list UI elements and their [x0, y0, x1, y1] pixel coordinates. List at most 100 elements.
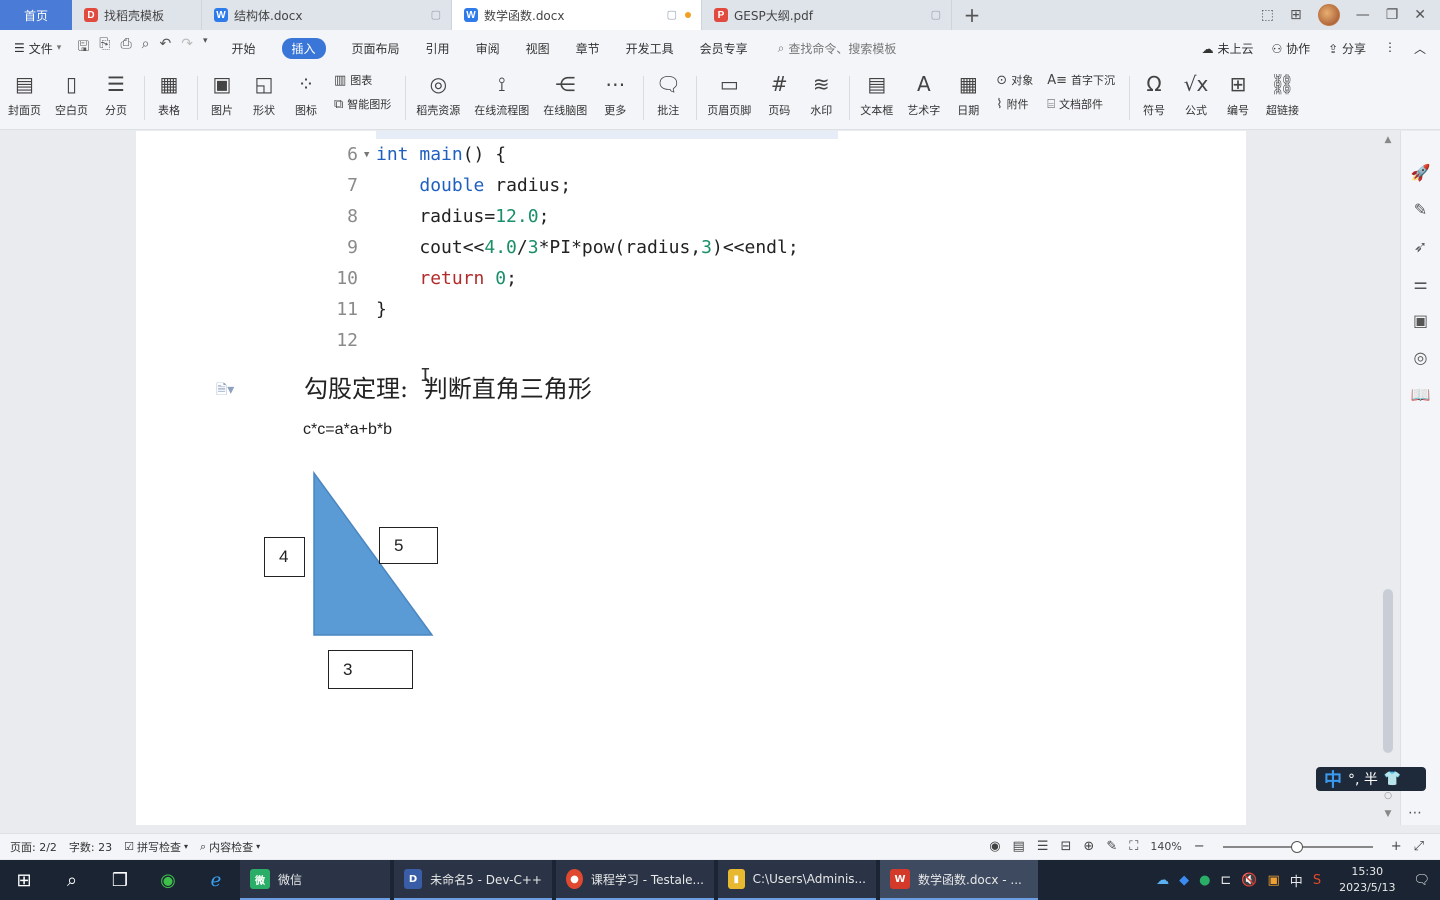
rocket-icon[interactable]: 🚀 [1411, 163, 1431, 182]
image-tools-icon[interactable]: ▣ [1413, 311, 1428, 330]
print-icon[interactable]: ⎙ [120, 36, 131, 60]
taskbar-app-wps[interactable]: W 数学函数.docx - ... [880, 860, 1038, 900]
more-button[interactable]: ⋯ 更多 [601, 66, 629, 118]
layout-3d-icon[interactable]: ⬚ [1261, 7, 1274, 23]
formula-button[interactable]: √x 公式 [1182, 66, 1210, 118]
print-preview-icon[interactable]: ⌕ [142, 36, 150, 60]
code-line[interactable]: 10 return 0; [336, 263, 976, 294]
write-mode-icon[interactable]: ✎ [1106, 839, 1117, 854]
target-icon[interactable]: ◎ [1414, 348, 1428, 367]
document-canvas[interactable]: 6 ▼ int main() {7 double radius; 8 radius=1… [0, 131, 1400, 825]
zoom-out-icon[interactable]: − [1194, 839, 1205, 854]
dropcap-button[interactable]: A≡ 首字下沉 [1047, 72, 1115, 88]
vertical-scrollbar[interactable]: ▲ ○ ▼ [1380, 131, 1396, 825]
spell-check-toggle[interactable]: ☑ 拼写检查 ▾ [124, 839, 188, 855]
grid-apps-icon[interactable]: ⊞ [1290, 7, 1302, 23]
code-block[interactable]: 6 ▼ int main() {7 double radius; 8 radius=1… [336, 139, 976, 356]
mindmap-button[interactable]: ⋲ 在线脑图 [543, 66, 587, 118]
cloud-sync-button[interactable]: ☁ 未上云 [1202, 40, 1254, 57]
chart-button[interactable]: ▥ 图表 [334, 72, 391, 88]
redo-icon[interactable]: ↷ [181, 36, 193, 60]
collaborate-button[interactable]: ⚇ 协作 [1272, 40, 1311, 57]
attachment-button[interactable]: ⌇ 附件 [996, 96, 1033, 112]
smartart-button[interactable]: ⧉ 智能图形 [334, 96, 391, 112]
menu-page-layout[interactable]: 页面布局 [352, 40, 400, 57]
volume-muted-icon[interactable]: 🔇 [1241, 873, 1257, 888]
side-label-left[interactable]: 4 [264, 537, 305, 577]
textbox-button[interactable]: ▤ 文本框 [860, 66, 893, 118]
comment-button[interactable]: 🗨 批注 [654, 66, 682, 118]
page-count[interactable]: 页面: 2/2 [10, 839, 57, 855]
paragraph-handle-icon[interactable]: 🗎▾ [216, 379, 234, 403]
windows-start-icon[interactable]: ⊞ [0, 860, 48, 900]
select-pointer-icon[interactable]: ➶ [1414, 237, 1427, 256]
adjust-sliders-icon[interactable]: ⚌ [1413, 274, 1427, 293]
code-line[interactable]: 6 ▼ int main() { [336, 139, 976, 170]
menu-review[interactable]: 审阅 [476, 40, 500, 57]
onedrive-icon[interactable]: ☁ [1156, 873, 1169, 888]
taskbar-app-explorer[interactable]: ▮ C:\Users\Adminis... [718, 860, 876, 900]
code-line[interactable]: 9 cout<<4.0/3*PI*pow(radius,3)<<endl; [336, 232, 976, 263]
code-line[interactable]: 11} [336, 294, 976, 325]
zoom-in-icon[interactable]: + [1391, 839, 1402, 854]
side-label-hypotenuse[interactable]: 5 [379, 527, 438, 564]
code-line[interactable]: 8 radius=12.0; [336, 201, 976, 232]
taskbar-app-devcpp[interactable]: D 未命名5 - Dev-C++ [394, 860, 552, 900]
collapse-ribbon-icon[interactable]: ︿ [1414, 40, 1426, 57]
taskbar-app-chrome[interactable]: ● 课程学习 - Testale... [556, 860, 714, 900]
pythagoras-formula[interactable]: c*c=a*a+b*b [303, 421, 392, 439]
undo-icon[interactable]: ↶ [160, 36, 172, 60]
reading-view-icon[interactable]: ⊟ [1061, 839, 1072, 854]
scroll-down-icon[interactable]: ▼ [1380, 809, 1396, 819]
picture-button[interactable]: ▣ 图片 [208, 66, 236, 118]
menu-insert[interactable]: 插入 [281, 37, 326, 59]
tray-app-icon[interactable]: ◆ [1179, 873, 1189, 888]
save-icon[interactable]: 🖫 [77, 36, 89, 60]
fit-page-icon[interactable]: ⛶ [1129, 839, 1138, 854]
menu-start[interactable]: 开始 [232, 40, 256, 57]
watermark-button[interactable]: ≋ 水印 [807, 66, 835, 118]
system-clock[interactable]: 15:30 2023/5/13 [1339, 864, 1395, 896]
document-page[interactable]: 6 ▼ int main() {7 double radius; 8 radius=1… [136, 131, 1246, 825]
zoom-slider-knob[interactable] [1290, 840, 1303, 853]
customize-qa-icon[interactable]: ▾ [203, 36, 208, 60]
date-button[interactable]: ▦ 日期 [954, 66, 982, 118]
fullscreen-icon[interactable]: ⤢ [1414, 839, 1424, 854]
side-label-bottom[interactable]: 3 [328, 650, 413, 689]
page-break-button[interactable]: ☰ 分页 [102, 66, 130, 118]
search-icon[interactable]: ⌕ [48, 860, 96, 900]
ie-browser-icon[interactable]: ℯ [192, 860, 240, 900]
command-search[interactable]: ⌕ 查找命令、搜索模板 [778, 40, 897, 57]
tab-math-doc[interactable]: W 数学函数.docx ▢ [452, 0, 702, 30]
minimize-icon[interactable]: — [1356, 7, 1370, 23]
ime-indicator[interactable]: 中 °, 半 👕 [1316, 767, 1426, 791]
export-pdf-icon[interactable]: ⎘ [99, 36, 110, 60]
fold-arrow-icon[interactable]: ▼ [364, 150, 376, 160]
word-count[interactable]: 字数: 23 [69, 839, 112, 855]
tab-struct-doc[interactable]: W 结构体.docx ▢ [202, 0, 452, 30]
hyperlink-button[interactable]: ⛓ 超链接 [1266, 66, 1299, 118]
menu-member[interactable]: 会员专享 [700, 40, 748, 57]
close-icon[interactable]: ✕ [1414, 7, 1426, 23]
flowchart-button[interactable]: ⟟ 在线流程图 [474, 66, 529, 118]
input-language[interactable]: 中 [1290, 871, 1303, 890]
numbering-button[interactable]: ⊞ 编号 [1224, 66, 1252, 118]
new-tab-button[interactable]: + [952, 0, 992, 30]
pen-edit-icon[interactable]: ✎ [1414, 200, 1427, 219]
tab-gesp-pdf[interactable]: P GESP大纲.pdf ▢ [702, 0, 952, 30]
notification-icon[interactable]: 🗨 [1413, 873, 1430, 888]
blank-page-button[interactable]: ▯ 空白页 [55, 66, 88, 118]
file-menu[interactable]: ☰ 文件 ▾ [14, 40, 61, 57]
taskbar-app-wechat[interactable]: 微微信 [240, 860, 390, 900]
menu-view[interactable]: 视图 [526, 40, 550, 57]
zoom-slider[interactable] [1222, 840, 1373, 853]
task-view-icon[interactable]: ❒ [96, 860, 144, 900]
code-line[interactable]: 12 [336, 325, 976, 356]
wordart-button[interactable]: A 艺术字 [907, 66, 940, 118]
network-icon[interactable]: ⊏ [1220, 873, 1231, 888]
tray-orange-icon[interactable]: ▣ [1268, 873, 1280, 888]
scroll-up-icon[interactable]: ▲ [1380, 135, 1396, 145]
symbol-button[interactable]: Ω 符号 [1140, 66, 1168, 118]
wechat-tray-icon[interactable]: ● [1199, 873, 1210, 888]
more-options-icon[interactable]: ⋮ [1384, 40, 1396, 57]
